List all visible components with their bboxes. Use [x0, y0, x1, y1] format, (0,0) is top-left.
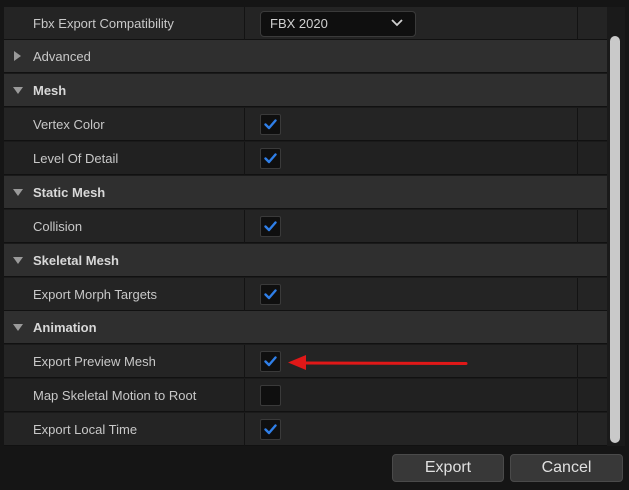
- row-level-of-detail: Level Of Detail: [4, 142, 607, 175]
- red-arrow-annotation-icon: [288, 355, 468, 370]
- row-fbx-export-compatibility: Fbx Export Compatibility FBX 2020: [4, 7, 607, 40]
- triangle-down-icon: [13, 324, 23, 331]
- chevron-down-icon: [391, 19, 403, 27]
- cancel-button[interactable]: Cancel: [510, 454, 623, 482]
- category-advanced[interactable]: Advanced: [4, 40, 607, 73]
- export-button[interactable]: Export: [392, 454, 504, 482]
- column-divider[interactable]: [244, 7, 245, 40]
- row-export-local-time: Export Local Time: [4, 413, 607, 446]
- property-label: Collision: [33, 219, 83, 234]
- property-label: Fbx Export Compatibility: [33, 16, 174, 31]
- column-divider[interactable]: [244, 278, 245, 311]
- property-label: Vertex Color: [33, 117, 105, 132]
- row-vertex-color: Vertex Color: [4, 108, 607, 141]
- triangle-down-icon: [13, 189, 23, 196]
- column-divider[interactable]: [244, 210, 245, 243]
- category-label: Skeletal Mesh: [33, 253, 119, 268]
- fbx-version-dropdown[interactable]: FBX 2020: [260, 11, 416, 37]
- category-static-mesh[interactable]: Static Mesh: [4, 176, 607, 209]
- column-divider[interactable]: [244, 345, 245, 378]
- property-label: Export Local Time: [33, 422, 138, 437]
- category-label: Static Mesh: [33, 185, 106, 200]
- column-divider[interactable]: [244, 108, 245, 141]
- row-collision: Collision: [4, 210, 607, 243]
- category-skeletal-mesh[interactable]: Skeletal Mesh: [4, 244, 607, 277]
- column-divider[interactable]: [244, 142, 245, 175]
- checkmark-icon: [264, 356, 277, 367]
- vertex-color-checkbox[interactable]: [260, 114, 281, 135]
- column-divider: [577, 413, 578, 446]
- column-divider: [577, 142, 578, 175]
- triangle-down-icon: [13, 87, 23, 94]
- export-preview-mesh-checkbox[interactable]: [260, 351, 281, 372]
- category-mesh[interactable]: Mesh: [4, 74, 607, 107]
- column-divider: [577, 345, 578, 378]
- category-label: Advanced: [33, 49, 91, 64]
- row-map-skeletal-motion-to-root: Map Skeletal Motion to Root: [4, 379, 607, 412]
- category-animation[interactable]: Animation: [4, 311, 607, 344]
- row-export-morph-targets: Export Morph Targets: [4, 278, 607, 311]
- scrollbar-thumb[interactable]: [610, 36, 620, 443]
- export-local-time-checkbox[interactable]: [260, 419, 281, 440]
- column-divider: [577, 379, 578, 412]
- checkmark-icon: [264, 221, 277, 232]
- property-label: Map Skeletal Motion to Root: [33, 388, 197, 403]
- map-skeletal-motion-to-root-checkbox[interactable]: [260, 385, 281, 406]
- property-label: Level Of Detail: [33, 151, 119, 166]
- property-label: Export Preview Mesh: [33, 354, 156, 369]
- column-divider: [577, 108, 578, 141]
- column-divider: [577, 278, 578, 311]
- category-label: Animation: [33, 320, 97, 335]
- column-divider: [577, 210, 578, 243]
- triangle-right-icon: [14, 51, 21, 61]
- category-label: Mesh: [33, 83, 67, 98]
- column-divider[interactable]: [244, 379, 245, 412]
- collision-checkbox[interactable]: [260, 216, 281, 237]
- checkmark-icon: [264, 289, 277, 300]
- export-morph-targets-checkbox[interactable]: [260, 284, 281, 305]
- checkmark-icon: [264, 119, 277, 130]
- column-divider[interactable]: [244, 413, 245, 446]
- checkmark-icon: [264, 424, 277, 435]
- dropdown-value: FBX 2020: [270, 16, 328, 31]
- column-divider: [577, 7, 578, 40]
- property-label: Export Morph Targets: [33, 287, 158, 302]
- level-of-detail-checkbox[interactable]: [260, 148, 281, 169]
- checkmark-icon: [264, 153, 277, 164]
- triangle-down-icon: [13, 257, 23, 264]
- details-panel: Fbx Export Compatibility FBX 2020 Advanc…: [4, 7, 607, 446]
